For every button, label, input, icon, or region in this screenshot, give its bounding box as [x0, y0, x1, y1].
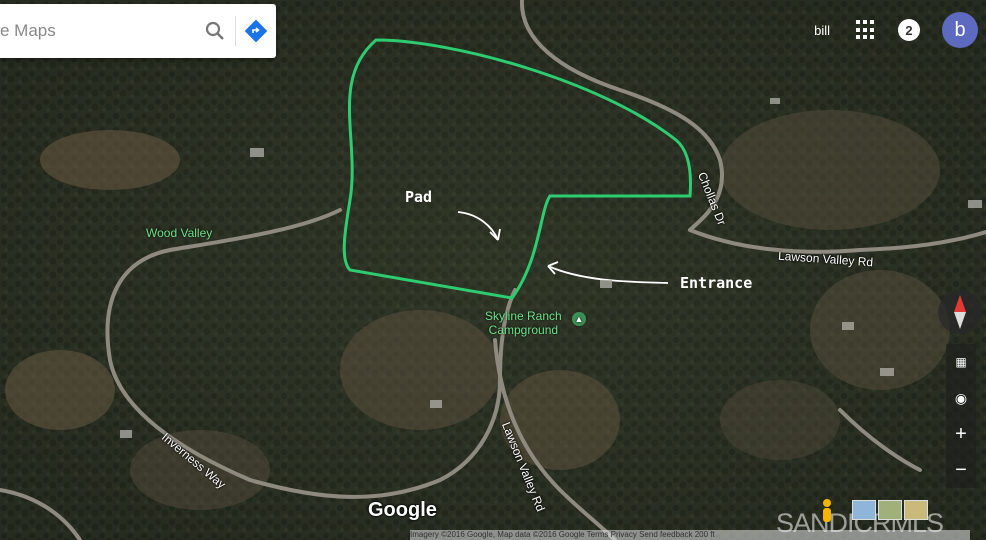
entrance-label: Entrance [680, 274, 753, 292]
google-logo: Google [368, 499, 437, 521]
imagery-thumbnail[interactable] [878, 500, 902, 520]
zoom-out-button[interactable]: − [946, 452, 976, 488]
user-name[interactable]: bill [814, 23, 830, 38]
search-input[interactable]: e Maps [0, 21, 195, 41]
map-attribution[interactable]: Imagery ©2016 Google, Map data ©2016 Goo… [410, 530, 970, 540]
avatar[interactable]: b [942, 12, 978, 48]
apps-grid-icon[interactable] [856, 20, 876, 40]
tilt-grid-icon[interactable]: ▦ [946, 344, 976, 380]
campground-label: Skyline Ranch Campground [485, 309, 562, 337]
campground-icon[interactable]: ▲ [572, 312, 586, 326]
imagery-thumbnail[interactable] [904, 500, 928, 520]
wood-valley-label: Wood Valley [146, 226, 213, 240]
my-location-icon[interactable]: ◉ [946, 380, 976, 416]
search-box[interactable]: e Maps [0, 4, 276, 58]
search-button[interactable] [195, 4, 235, 58]
pad-label: Pad [405, 188, 433, 206]
notification-badge[interactable]: 2 [898, 19, 920, 41]
compass-icon[interactable] [938, 290, 982, 334]
imagery-thumbnails[interactable] [852, 500, 928, 520]
search-icon [205, 21, 224, 40]
imagery-thumbnail[interactable] [852, 500, 876, 520]
map-controls: ▦ ◉ + − [938, 290, 984, 488]
satellite-map[interactable] [0, 0, 986, 540]
pegman-icon[interactable] [820, 498, 834, 524]
directions-icon [244, 19, 268, 43]
directions-button[interactable] [236, 4, 276, 58]
zoom-in-button[interactable]: + [946, 416, 976, 452]
account-bar: bill 2 b [814, 10, 986, 50]
zoom-controls: ▦ ◉ + − [946, 344, 976, 488]
